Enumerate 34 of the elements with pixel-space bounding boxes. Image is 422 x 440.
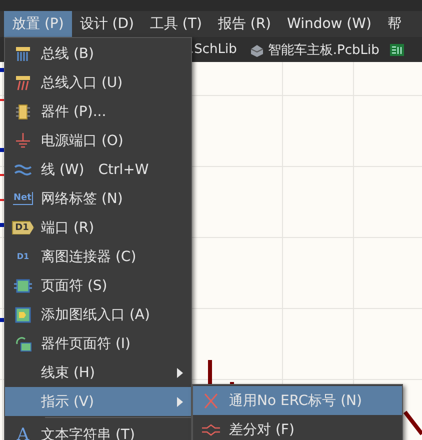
menu-bar-item[interactable]: 设计 (D) — [72, 11, 142, 37]
menu-item[interactable]: 线 (W) Ctrl+W — [5, 155, 191, 184]
menu-item[interactable]: 电源端口 (O) — [5, 126, 191, 155]
menu-bar-item[interactable]: 工具 (T) — [142, 11, 210, 37]
menu-item[interactable]: 器件 (P)... — [5, 97, 191, 126]
menu-item[interactable]: A 文本字符串 (T) — [5, 420, 191, 440]
device-sheet-icon — [13, 334, 33, 352]
sheet-icon — [13, 276, 33, 294]
menu-item[interactable]: D1 端口 (R) — [5, 213, 191, 242]
menu-item[interactable]: 器件页面符 (I) — [5, 329, 191, 358]
bus-icon — [13, 44, 33, 62]
off-sheet-connector-icon: D1 — [16, 250, 30, 262]
menu-bar-item[interactable]: 帮 — [379, 11, 410, 37]
shortcut-text: Ctrl+W — [98, 162, 149, 178]
menu-item[interactable]: 线束 (H) — [5, 358, 191, 387]
sheet-entry-icon — [13, 306, 33, 324]
bus-entry-icon — [13, 74, 33, 92]
document-tab[interactable]: 智能车主板.PcbLib — [246, 40, 382, 58]
pcb-library-icon — [248, 42, 265, 56]
chip-icon — [13, 102, 33, 120]
menu-bar-item[interactable]: 报告 (R) — [210, 11, 280, 37]
menu-item[interactable]: 添加图纸入口 (A) — [5, 300, 191, 329]
menu-item[interactable]: Net 网络标签 (N) — [5, 184, 191, 213]
menu-bar-item[interactable]: Window (W) — [279, 11, 380, 37]
port-icon: D1 — [12, 220, 34, 234]
menu-item[interactable]: 页面符 (S) — [5, 271, 191, 300]
menu-item[interactable]: 总线 (B) — [5, 39, 191, 68]
circuit-board-icon — [389, 42, 406, 56]
ground-icon — [13, 132, 33, 150]
menu-item[interactable]: 差分对 (F) — [193, 415, 402, 440]
text-icon: A — [16, 426, 30, 440]
menu-item[interactable]: D1 离图连接器 (C) — [5, 242, 191, 271]
document-tab[interactable]: .SchLib — [188, 42, 239, 57]
menu-item[interactable]: 总线入口 (U) — [5, 68, 191, 97]
